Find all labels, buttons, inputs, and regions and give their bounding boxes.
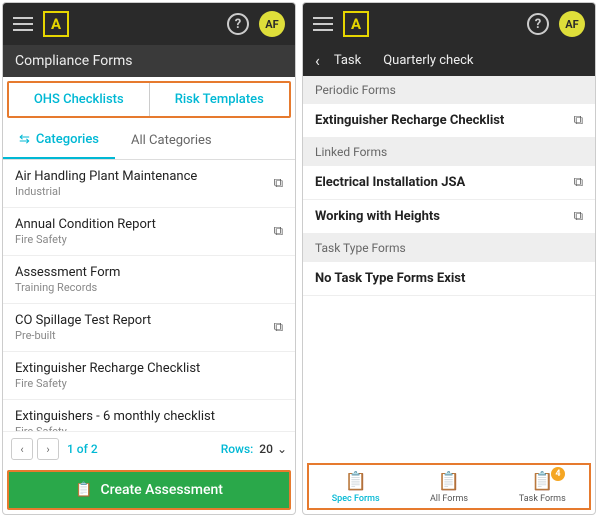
list-item[interactable]: Working with Heights ⧉: [303, 200, 595, 234]
left-phone: A ? AF Compliance Forms OHS Checklists R…: [2, 2, 296, 515]
task-header: ‹ Task Quarterly check: [303, 45, 595, 76]
topbar: A ? AF: [303, 3, 595, 45]
menu-icon[interactable]: [13, 17, 33, 31]
item-title: Extinguishers - 6 monthly checklist: [15, 409, 283, 424]
item-sub: Fire Safety: [15, 233, 274, 246]
back-icon[interactable]: ‹: [315, 51, 320, 70]
list-item[interactable]: Assessment FormTraining Records: [3, 256, 295, 304]
list-item[interactable]: Electrical Installation JSA ⧉: [303, 166, 595, 200]
tab-ohs-checklists[interactable]: OHS Checklists: [9, 83, 150, 116]
nav-label: Task Forms: [519, 494, 566, 504]
segmented-tabs: OHS Checklists Risk Templates: [7, 81, 291, 118]
help-icon[interactable]: ?: [227, 13, 249, 35]
open-icon[interactable]: ⧉: [274, 320, 283, 335]
section-header: Linked Forms: [303, 138, 595, 166]
item-sub: Pre-built: [15, 329, 274, 342]
app-logo: A: [43, 11, 69, 37]
sort-icon: ⇆: [19, 132, 30, 147]
rows-label: Rows:: [221, 442, 254, 456]
filter-categories[interactable]: ⇆ Categories: [3, 122, 115, 159]
avatar[interactable]: AF: [559, 11, 585, 37]
create-label: Create Assessment: [101, 482, 223, 498]
badge: 4: [551, 467, 565, 481]
filter-all-categories[interactable]: All Categories: [115, 122, 228, 159]
section-header: Periodic Forms: [303, 76, 595, 104]
item-title: No Task Type Forms Exist: [315, 271, 465, 286]
filter-row: ⇆ Categories All Categories: [3, 122, 295, 160]
list-item[interactable]: CO Spillage Test ReportPre-built⧉: [3, 304, 295, 352]
open-icon[interactable]: ⧉: [274, 176, 283, 191]
section-header: Task Type Forms: [303, 234, 595, 262]
avatar[interactable]: AF: [259, 11, 285, 37]
list-item[interactable]: Extinguisher Recharge ChecklistFire Safe…: [3, 352, 295, 400]
item-title: Extinguisher Recharge Checklist: [315, 113, 504, 128]
help-icon[interactable]: ?: [527, 13, 549, 35]
right-phone: A ? AF ‹ Task Quarterly check Periodic F…: [302, 2, 596, 515]
clipboard-icon: 📋: [344, 471, 366, 492]
pager: ‹ › 1 of 2 Rows: 20 ⌄: [3, 431, 295, 466]
topbar: A ? AF: [3, 3, 295, 45]
list-item[interactable]: Extinguisher Recharge Checklist ⧉: [303, 104, 595, 138]
app-logo: A: [343, 11, 369, 37]
page-position: 1 of 2: [67, 442, 98, 456]
open-icon[interactable]: ⧉: [574, 175, 583, 190]
create-assessment-button[interactable]: 📋 Create Assessment: [7, 470, 291, 510]
item-title: Annual Condition Report: [15, 217, 274, 232]
rows-select[interactable]: 20 ⌄: [259, 442, 287, 456]
item-title: Extinguisher Recharge Checklist: [15, 361, 283, 376]
forms-list: Air Handling Plant MaintenanceIndustrial…: [3, 160, 295, 431]
nav-item[interactable]: 📋Task Forms4: [496, 471, 589, 504]
menu-icon[interactable]: [313, 17, 333, 31]
list-item[interactable]: Annual Condition ReportFire Safety⧉: [3, 208, 295, 256]
task-label: Task: [334, 53, 361, 68]
item-title: Electrical Installation JSA: [315, 175, 465, 190]
list-item[interactable]: Extinguishers - 6 monthly checklistFire …: [3, 400, 295, 431]
chevron-down-icon: ⌄: [277, 442, 287, 456]
item-title: Assessment Form: [15, 265, 283, 280]
tab-risk-templates[interactable]: Risk Templates: [150, 83, 290, 116]
task-forms-content: Periodic FormsExtinguisher Recharge Chec…: [303, 76, 595, 459]
page-title: Compliance Forms: [3, 45, 295, 77]
open-icon[interactable]: ⧉: [574, 209, 583, 224]
bottom-nav: 📋 Spec Forms 📋 All Forms 📋Task Forms4: [307, 463, 591, 510]
item-title: CO Spillage Test Report: [15, 313, 274, 328]
prev-page-button[interactable]: ‹: [11, 438, 33, 460]
clipboard-icon: 📋: [438, 471, 460, 492]
list-item[interactable]: Air Handling Plant MaintenanceIndustrial…: [3, 160, 295, 208]
list-item: No Task Type Forms Exist: [303, 262, 595, 296]
next-page-button[interactable]: ›: [37, 438, 59, 460]
item-title: Working with Heights: [315, 209, 440, 224]
open-icon[interactable]: ⧉: [274, 224, 283, 239]
nav-item[interactable]: 📋 Spec Forms: [309, 471, 402, 504]
item-sub: Training Records: [15, 281, 283, 294]
open-icon[interactable]: ⧉: [574, 113, 583, 128]
nav-label: Spec Forms: [332, 494, 380, 504]
task-name: Quarterly check: [383, 53, 473, 68]
filter-label: Categories: [36, 132, 99, 147]
clipboard-icon: 📋: [75, 482, 92, 498]
nav-item[interactable]: 📋 All Forms: [402, 471, 495, 504]
nav-label: All Forms: [430, 494, 468, 504]
item-title: Air Handling Plant Maintenance: [15, 169, 274, 184]
item-sub: Industrial: [15, 185, 274, 198]
item-sub: Fire Safety: [15, 377, 283, 390]
